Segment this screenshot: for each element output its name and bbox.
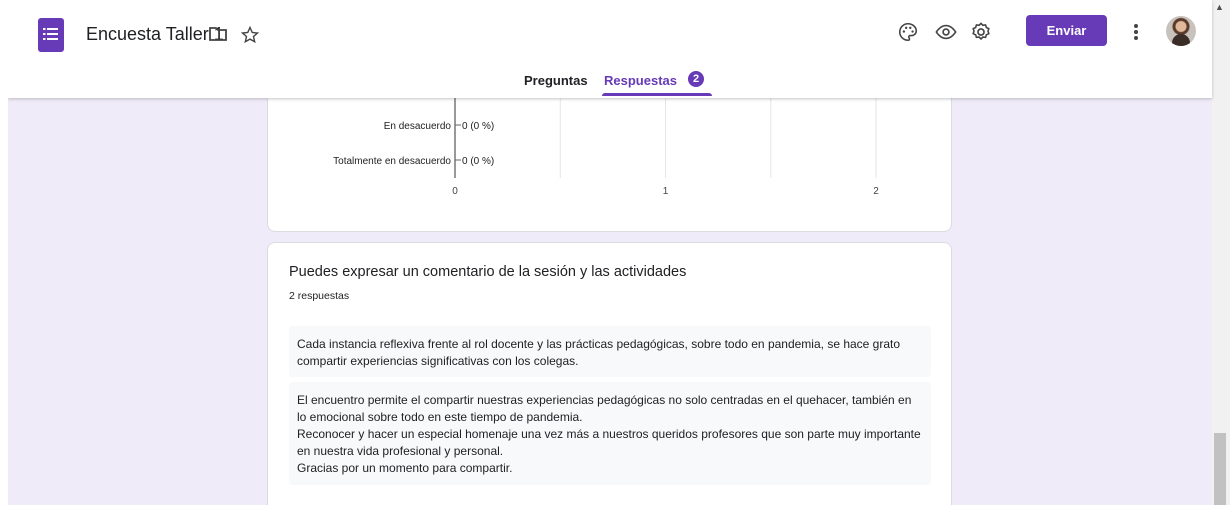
avatar[interactable] [1166,16,1196,46]
star-icon[interactable] [240,25,260,45]
palette-icon[interactable] [897,21,919,43]
answer-item: El encuentro permite el compartir nuestr… [289,382,931,485]
scrollbar[interactable]: ▲ [1212,0,1230,505]
top-bar: Encuesta Taller 1 Enviar Preguntas Respu… [8,0,1212,98]
window-edge [0,0,8,505]
question-title: Puedes expresar un comentario de la sesi… [289,264,687,280]
scroll-up-arrow-icon[interactable]: ▲ [1215,2,1224,12]
response-count: 2 respuestas [289,290,350,302]
answer-item: Cada instancia reflexiva frente al rol d… [289,326,931,377]
answer-text: El encuentro permite el compartir nuestr… [297,393,921,475]
category-label: En desacuerdo [384,121,452,132]
document-title[interactable]: Encuesta Taller 1 [86,24,224,45]
x-tick-label: 2 [873,186,879,197]
x-tick-label: 1 [663,186,669,197]
category-label: Totalmente en desacuerdo [333,156,451,167]
scrollbar-thumb[interactable] [1214,433,1226,505]
folder-icon[interactable] [208,25,228,43]
forms-logo-icon[interactable] [38,18,64,52]
tab-responses[interactable]: Respuestas [604,73,677,88]
answer-text: Cada instancia reflexiva frente al rol d… [297,337,901,368]
tab-questions[interactable]: Preguntas [524,73,588,88]
eye-icon[interactable] [935,21,957,43]
settings-icon[interactable] [970,21,992,43]
send-button[interactable]: Enviar [1026,15,1107,46]
responses-count-badge: 2 [688,71,704,87]
data-label: 0 (0 %) [462,156,494,167]
data-label: 0 (0 %) [462,121,494,132]
active-tab-indicator [602,93,712,96]
x-tick-label: 0 [452,186,458,197]
more-vert-icon[interactable] [1126,21,1146,43]
question-card: Puedes expresar un comentario de la sesi… [267,242,952,505]
